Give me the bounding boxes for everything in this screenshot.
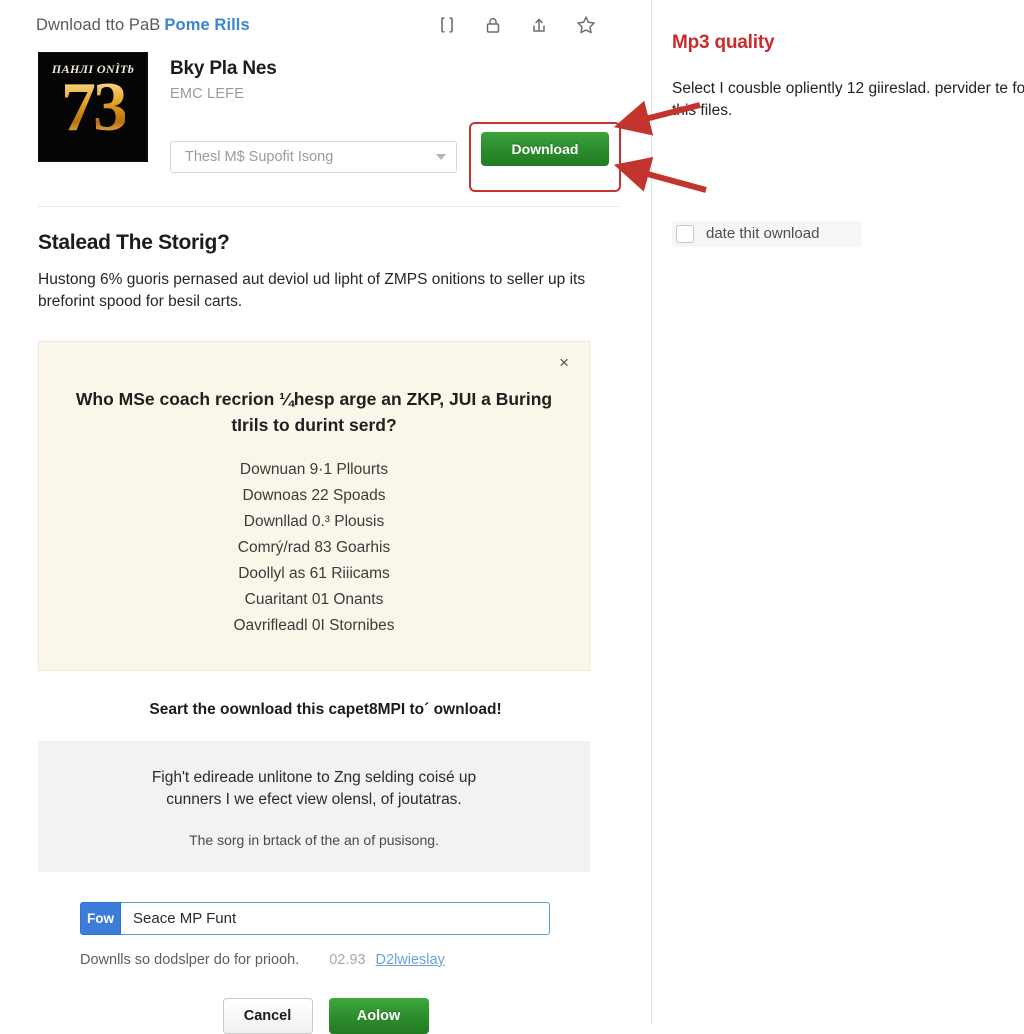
list-item: Downllad 0.³ Plousis: [243, 512, 385, 530]
cta-bold-text: Seart the oownload this capet8MPI to´ ow…: [149, 701, 502, 718]
section-heading: Stalead The Storig?: [38, 231, 230, 254]
close-icon[interactable]: ×: [559, 354, 569, 371]
star-icon[interactable]: [575, 14, 597, 36]
list-item: Cuaritant 01 Onants: [244, 590, 384, 608]
grey-note-box: Figh't edireade unlitone to Zng selding …: [38, 741, 590, 872]
track-row: ПAHЛI ONÌTb 73 Bky Pla Nes EMC LEFE Thes…: [0, 42, 651, 192]
cancel-button[interactable]: Cancel: [222, 997, 313, 1034]
format-select[interactable]: Thesl M$ Supofit Isong: [170, 141, 457, 173]
grey-note-line-2: cunners I we efect view olensl, of jouta…: [166, 791, 462, 809]
download-button[interactable]: Download: [481, 132, 609, 166]
list-item: Comrý/rad 83 Goarhis: [237, 538, 391, 556]
album-art: ПAHЛI ONÌTb 73: [38, 52, 148, 162]
grey-note-line-1: Figh't edireade unlitone to Zng selding …: [151, 769, 477, 786]
footer-actions: Cancel Aolow: [38, 997, 613, 1034]
article-body: Stalead The Storig? Hustong 6% guoris pe…: [0, 231, 651, 1034]
helper-link[interactable]: D2lwieslay: [376, 952, 445, 968]
right-panel: Mp3 quality Select I cousble opliently 1…: [652, 0, 1024, 1024]
helper-row: Downlls so dodslper do for priooh. 02.93…: [38, 952, 613, 968]
helper-text: Downlls so dodslper do for priooh.: [80, 951, 300, 968]
format-select-value: Thesl M$ Supofit Isong: [185, 149, 334, 165]
track-subtitle: EMC LEFE: [170, 86, 245, 102]
search-row: Fow: [38, 901, 613, 935]
right-panel-heading: Mp3 quality: [672, 32, 775, 53]
search-input[interactable]: [121, 901, 550, 935]
track-title: Bky Pla Nes: [170, 58, 277, 79]
checkbox-icon[interactable]: [676, 224, 694, 243]
update-download-checkbox-row[interactable]: date thit ownload: [672, 220, 862, 247]
page-title: Dwnload tto PaB Pome Rills: [36, 16, 250, 35]
list-item: Downuan 9·1 Pllourts: [239, 460, 389, 478]
allow-button[interactable]: Aolow: [328, 997, 429, 1034]
download-highlight-box: Download: [469, 122, 621, 192]
share-icon[interactable]: [529, 15, 549, 35]
info-callout: × Who MSe coach recrion ¼hesp arge an ZK…: [38, 341, 590, 671]
right-panel-paragraph: Select I cousble opliently 12 giireslad.…: [672, 80, 1024, 120]
lock-icon[interactable]: [483, 15, 503, 35]
reader-icon[interactable]: [437, 15, 457, 35]
callout-list: Downuan 9·1 Pllourts Downoas 22 Spoads D…: [63, 457, 565, 639]
chevron-down-icon: [436, 154, 446, 160]
list-item: Doollyl as 61 Riiicams: [238, 564, 390, 582]
checkbox-label: date thit ownload: [706, 225, 820, 243]
list-item: Downoas 22 Spoads: [242, 486, 386, 504]
header-divider: [38, 206, 619, 207]
header-icon-group: [437, 14, 629, 36]
album-art-number: 73: [61, 69, 128, 146]
follow-button[interactable]: Fow: [80, 901, 121, 935]
track-meta: Bky Pla Nes EMC LEFE Thesl M$ Supofit Is…: [170, 52, 651, 192]
track-controls: Thesl M$ Supofit Isong Download: [170, 122, 651, 192]
helper-number: 02.93: [329, 951, 366, 968]
left-content-column: Dwnload tto PaB Pome Rills ПAHЛI ONÌTb 7…: [0, 0, 652, 1034]
page-title-plain: Dwnload tto PaB: [36, 15, 161, 34]
page-root: Dwnload tto PaB Pome Rills ПAHЛI ONÌTb 7…: [0, 0, 1024, 1034]
list-item: Oavrifleadl 0I Stornibes: [233, 616, 395, 634]
grey-note-sub: The sorg in brtack of the an of pusisong…: [189, 831, 439, 848]
section-paragraph: Hustong 6% guoris pernased aut deviol ud…: [38, 271, 586, 310]
page-header: Dwnload tto PaB Pome Rills: [0, 0, 651, 42]
callout-heading: Who MSe coach recrion ¼hesp arge an ZKP,…: [75, 389, 553, 436]
page-title-accent: Pome Rills: [164, 15, 250, 34]
